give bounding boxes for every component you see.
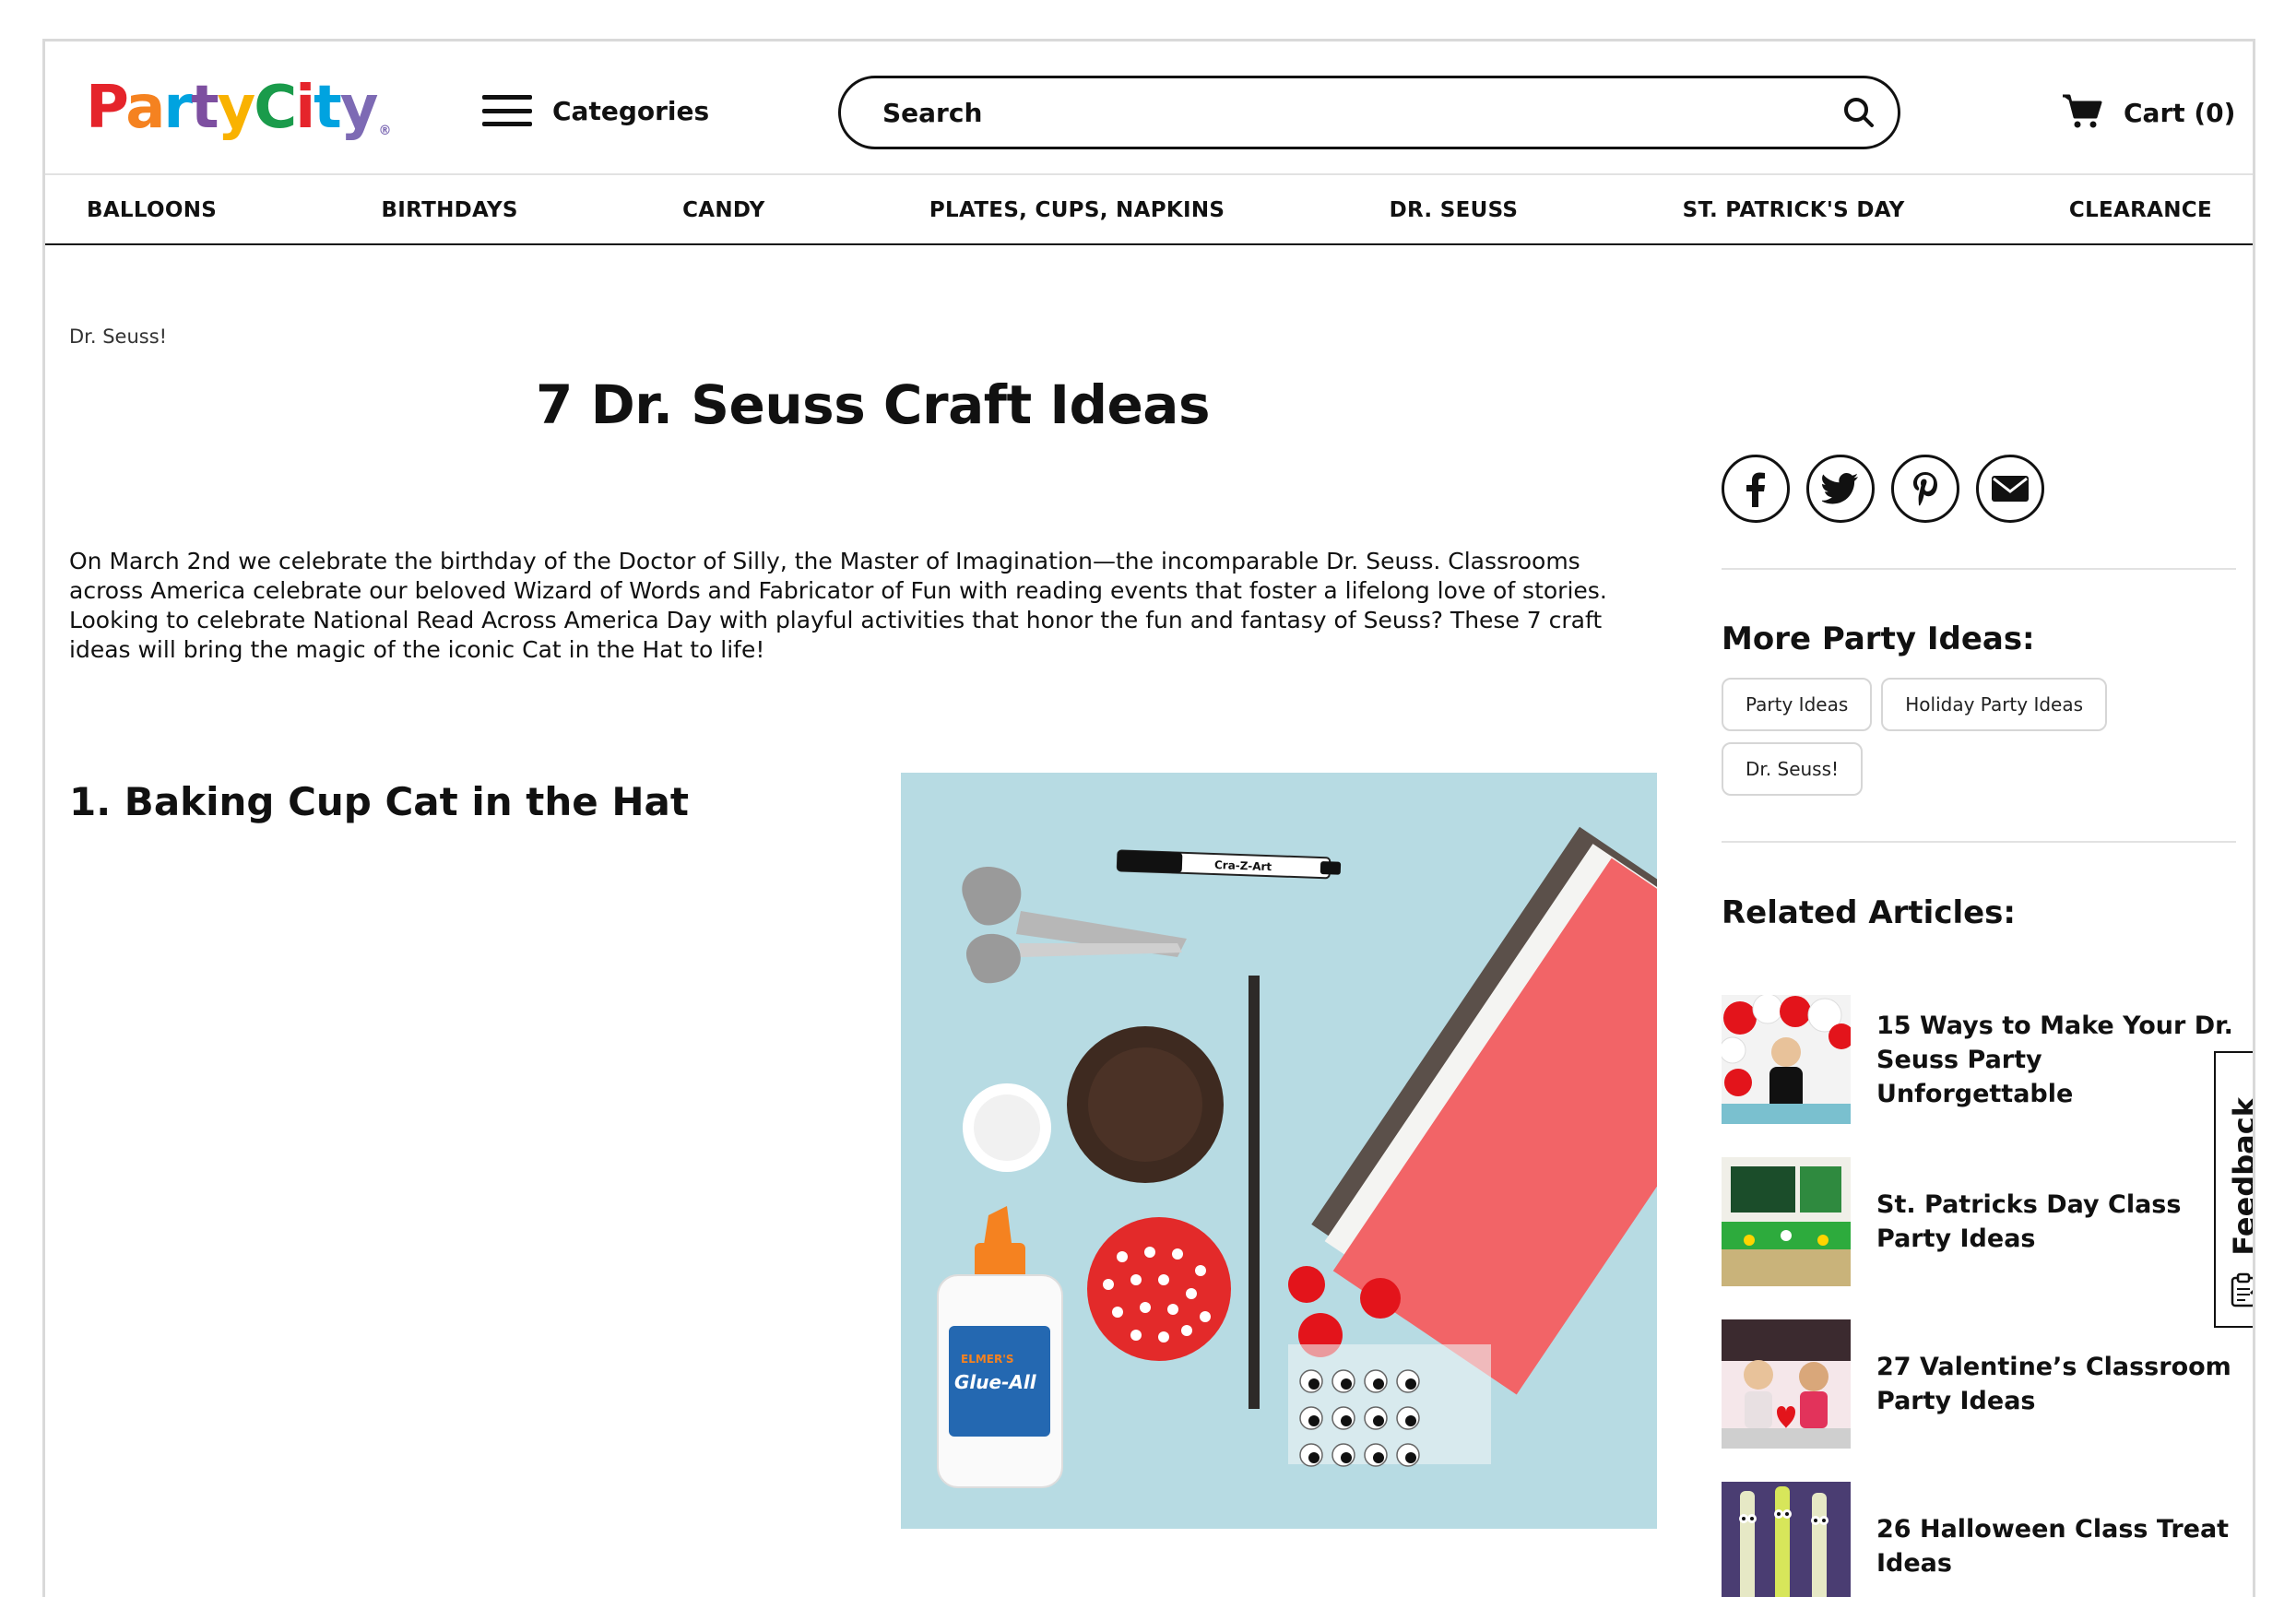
feedback-label: Feedback: [2227, 1097, 2255, 1256]
related-articles-list: 15 Ways to Make Your Dr. Seuss Party Unf…: [1722, 978, 2238, 1597]
related-article-title: 26 Halloween Class Treat Ideas: [1876, 1515, 2230, 1578]
search-input[interactable]: [882, 97, 1840, 128]
clipboard-icon: [2228, 1272, 2253, 1313]
article-intro: On March 2nd we celebrate the birthday o…: [69, 548, 1607, 663]
search-icon[interactable]: [1840, 94, 1877, 131]
search-bar: [838, 76, 1900, 149]
page-frame: PartyCity® Categories Cart (0) BALLOONS …: [42, 39, 2255, 1597]
facebook-icon[interactable]: [1722, 455, 1790, 523]
tag-chip[interactable]: Dr. Seuss!: [1722, 742, 1864, 796]
related-article-title: 27 Valentine’s Classroom Party Ideas: [1876, 1353, 2231, 1415]
feedback-tab[interactable]: Feedback: [2214, 1051, 2255, 1328]
categories-label: Categories: [552, 95, 710, 126]
article-thumbnail: [1722, 995, 1851, 1124]
article-thumbnail: [1722, 1319, 1851, 1449]
cart-label: Cart (0): [2124, 97, 2236, 128]
nav-item-dr-seuss[interactable]: DR. SEUSS: [1390, 198, 1519, 222]
tag-chip[interactable]: Party Ideas: [1722, 678, 1873, 731]
title-container: 7 Dr. Seuss Craft Ideas: [45, 373, 1700, 436]
nav-item-birthdays[interactable]: BIRTHDAYS: [381, 198, 517, 222]
cart-button[interactable]: Cart (0): [2061, 92, 2235, 133]
section-heading: 1. Baking Cup Cat in the Hat: [69, 779, 689, 824]
related-article-item[interactable]: St. Patricks Day Class Party Ideas: [1722, 1141, 2238, 1303]
related-article-item[interactable]: 27 Valentine’s Classroom Party Ideas: [1722, 1303, 2238, 1465]
cart-icon: [2061, 92, 2103, 133]
email-icon[interactable]: [1976, 455, 2044, 523]
related-article-title: 15 Ways to Make Your Dr. Seuss Party Unf…: [1876, 1011, 2233, 1108]
nav-item-st-patricks-day[interactable]: ST. PATRICK'S DAY: [1683, 198, 1905, 222]
marker-label: Cra-Z-Art: [1214, 858, 1272, 873]
hamburger-icon: [482, 95, 532, 126]
twitter-icon[interactable]: [1806, 455, 1875, 523]
article-thumbnail: [1722, 1157, 1851, 1286]
share-buttons: [1722, 455, 2044, 523]
glue-brand-label: ELMER'S: [961, 1353, 1014, 1366]
site-header: PartyCity® Categories Cart (0): [45, 41, 2253, 175]
related-articles-heading: Related Articles:: [1722, 894, 2017, 931]
sidebar-divider: [1722, 568, 2236, 570]
craft-supplies-image: Cra-Z-Art ELMER'S Glue-All: [901, 773, 1657, 1529]
sidebar-divider: [1722, 841, 2236, 843]
categories-menu-button[interactable]: Categories: [482, 95, 709, 126]
article-thumbnail: [1722, 1482, 1851, 1597]
main-nav: BALLOONS BIRTHDAYS CANDY PLATES, CUPS, N…: [45, 177, 2253, 245]
party-city-logo[interactable]: PartyCity ®: [86, 78, 391, 137]
glue-name-label: Glue-All: [954, 1371, 1037, 1393]
breadcrumb[interactable]: Dr. Seuss!: [69, 325, 167, 348]
party-idea-tags: Party Ideas Holiday Party Ideas Dr. Seus…: [1722, 678, 2201, 796]
more-party-ideas-heading: More Party Ideas:: [1722, 621, 2035, 657]
nav-item-candy[interactable]: CANDY: [682, 198, 765, 222]
tag-chip[interactable]: Holiday Party Ideas: [1881, 678, 2108, 731]
nav-item-balloons[interactable]: BALLOONS: [87, 198, 217, 222]
nav-item-clearance[interactable]: CLEARANCE: [2069, 198, 2212, 222]
related-article-title: St. Patricks Day Class Party Ideas: [1876, 1190, 2182, 1253]
related-article-item[interactable]: 15 Ways to Make Your Dr. Seuss Party Unf…: [1722, 978, 2238, 1141]
nav-item-plates-cups-napkins[interactable]: PLATES, CUPS, NAPKINS: [929, 198, 1225, 222]
pinterest-icon[interactable]: [1891, 455, 1959, 523]
page-title: 7 Dr. Seuss Craft Ideas: [536, 373, 1210, 436]
related-article-item[interactable]: 26 Halloween Class Treat Ideas: [1722, 1465, 2238, 1597]
